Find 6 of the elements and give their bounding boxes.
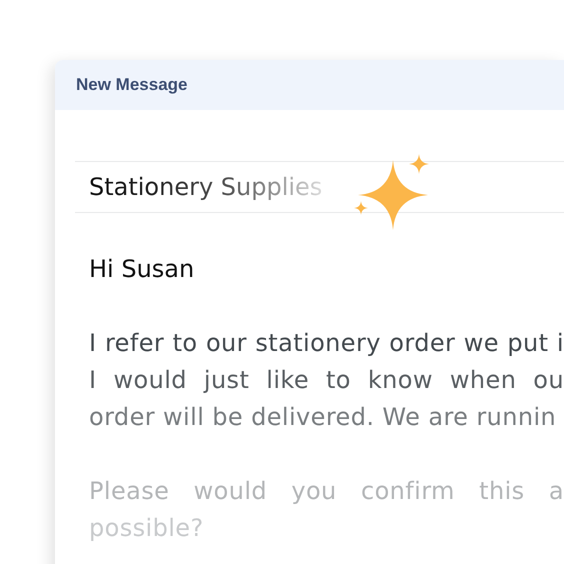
window-title: New Message [76, 75, 188, 95]
body-text-line: Please would you confirm this a [89, 476, 564, 507]
body-text-line: I would just like to know when ou [89, 365, 564, 396]
body-text-line: I refer to our stationery order we put i [89, 328, 564, 359]
greeting-text: Hi Susan [88, 254, 196, 285]
body-text-line: order will be delivered. We are runnin [89, 402, 558, 433]
